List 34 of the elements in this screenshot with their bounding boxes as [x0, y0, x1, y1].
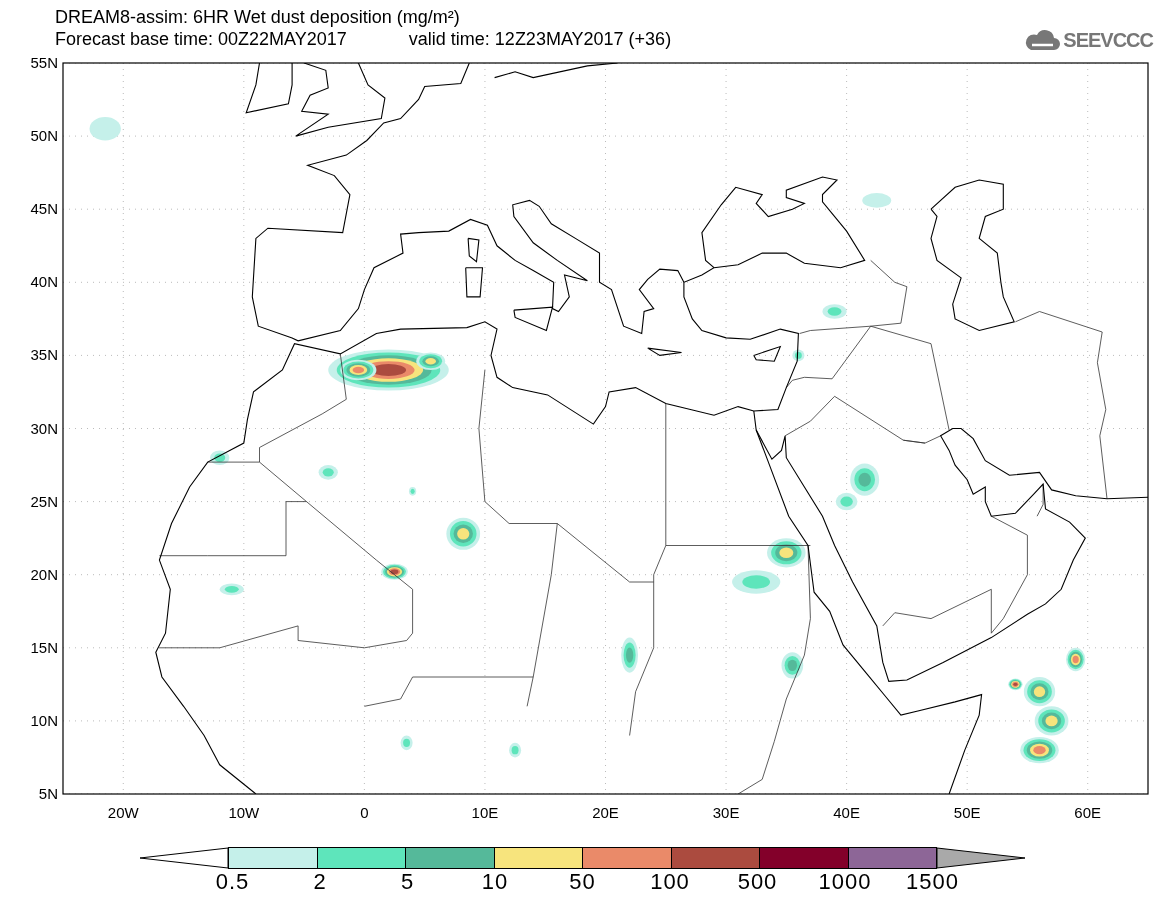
colorbar-label: 10 — [480, 870, 510, 894]
longitude-label: 50E — [953, 804, 981, 821]
longitude-label: 0 — [360, 804, 369, 821]
colorbar-label: 1500 — [905, 870, 960, 894]
latitude-label: 40N — [30, 273, 58, 291]
longitude-label: 20W — [107, 804, 139, 821]
base-time-label: Forecast base time: 00Z22MAY2017 — [55, 28, 347, 50]
logo-text: SEEVCCC — [1063, 29, 1153, 51]
colorbar-label: 50 — [568, 870, 597, 894]
latitude-label: 30N — [30, 419, 58, 437]
latitude-label: 5N — [38, 785, 58, 802]
longitude-label: 60E — [1074, 804, 1102, 821]
longitude-label: 20E — [592, 804, 619, 821]
colorbar-label: 0.5 — [214, 870, 251, 894]
latitude-label: 20N — [30, 565, 58, 583]
longitude-label: 10W — [228, 804, 260, 821]
latitude-label: 55N — [30, 55, 58, 71]
longitude-label: 10E — [471, 804, 499, 821]
colorbar-label: 500 — [736, 870, 779, 894]
colorbar-label: 100 — [649, 870, 691, 894]
latitude-label: 10N — [30, 711, 58, 729]
cloud-icon — [1023, 28, 1062, 52]
valid-time-label: valid time: 12Z23MAY2017 (+36) — [408, 28, 672, 50]
latitude-label: 15N — [30, 638, 58, 656]
colorbar-label: 1000 — [817, 870, 873, 894]
latitude-label: 35N — [30, 346, 58, 364]
latitude-label: 50N — [30, 127, 58, 145]
latitude-label: 45N — [30, 200, 58, 218]
latitude-label: 25N — [30, 492, 58, 510]
longitude-label: 30E — [712, 804, 740, 821]
chart-title: DREAM8-assim: 6HR Wet dust deposition (mg/m²) — [55, 6, 461, 28]
colorbar-label: 5 — [399, 870, 416, 894]
colorbar-label: 2 — [312, 870, 328, 894]
longitude-label: 40E — [833, 804, 860, 821]
